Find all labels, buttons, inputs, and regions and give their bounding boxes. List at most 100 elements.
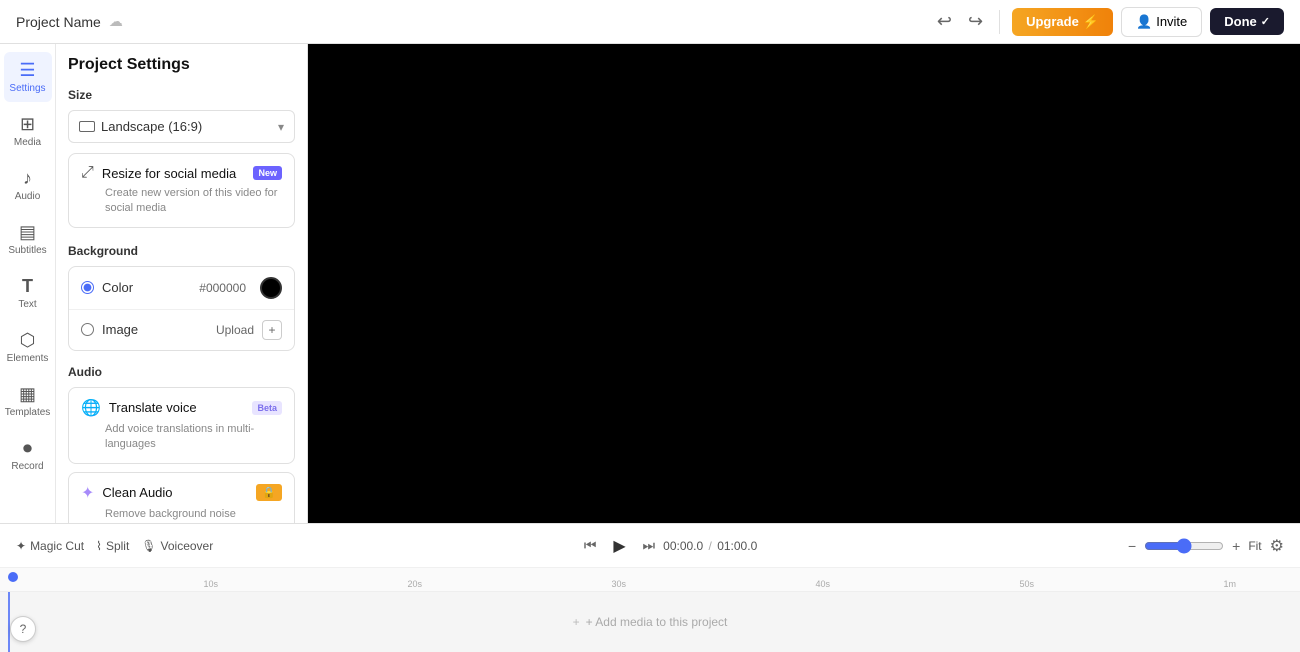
- translate-card-header: 🌐 Translate voice Beta: [81, 398, 282, 418]
- image-radio[interactable]: [81, 323, 94, 336]
- cloud-icon: ☁: [109, 13, 123, 30]
- current-time-value: 00:00.0: [663, 539, 703, 553]
- gear-button[interactable]: ⚙: [1270, 536, 1284, 556]
- resize-card-header: ⤢ Resize for social media New: [81, 164, 282, 182]
- sidebar-item-settings[interactable]: ☰ Settings: [4, 52, 52, 102]
- timeline-area: ✦ Magic Cut ⌇ Split 🎙 Voiceover ⏮ ▶ ⏭ 00…: [0, 523, 1300, 652]
- image-label: Image: [102, 322, 208, 337]
- top-bar-right: ↩ ↪ Upgrade ⚡ 👤 Invite Done ✓: [933, 7, 1284, 37]
- translate-title: Translate voice: [109, 400, 197, 415]
- color-label: Color: [102, 280, 191, 295]
- divider: [999, 10, 1000, 34]
- audio-icon: ♪: [23, 168, 32, 189]
- ruler-mark-20s: 20s: [407, 579, 422, 589]
- hex-value: #000000: [199, 281, 246, 295]
- color-option-row[interactable]: Color #000000: [69, 267, 294, 310]
- timeline-ruler: 10s 20s 30s 40s 50s 1m: [0, 568, 1300, 592]
- voiceover-button[interactable]: 🎙 Voiceover: [141, 539, 213, 553]
- clean-audio-header: ✦ Clean Audio 🔒: [81, 483, 282, 503]
- resize-icon: ⤢: [81, 164, 94, 182]
- clean-audio-desc: Remove background noise: [105, 507, 282, 522]
- add-media-bar[interactable]: + + Add media to this project: [0, 592, 1300, 652]
- voiceover-label: Voiceover: [161, 539, 214, 553]
- magic-cut-button[interactable]: ✦ Magic Cut: [16, 539, 84, 553]
- total-time-value: 01:00.0: [717, 539, 757, 553]
- timeline-center-controls: ⏮ ▶ ⏭ 00:00.0 / 01:00.0: [584, 531, 757, 561]
- magic-cut-label: Magic Cut: [30, 539, 84, 553]
- preview-canvas: [308, 44, 1300, 523]
- current-time: 00:00.0 / 01:00.0: [663, 539, 757, 553]
- fit-button[interactable]: Fit: [1248, 539, 1261, 553]
- settings-icon: ☰: [19, 60, 35, 81]
- resize-card-desc: Create new version of this video for soc…: [105, 186, 282, 217]
- resize-card[interactable]: ⤢ Resize for social media New Create new…: [68, 153, 295, 228]
- invite-button[interactable]: 👤 Invite: [1121, 7, 1202, 37]
- sidebar-item-audio[interactable]: ♪ Audio: [4, 160, 52, 210]
- upgrade-label: Upgrade: [1026, 14, 1079, 29]
- done-button[interactable]: Done ✓: [1210, 8, 1284, 35]
- chevron-down-icon: ▾: [278, 120, 284, 134]
- done-label: Done: [1224, 14, 1257, 29]
- sidebar-item-subtitles[interactable]: ▤ Subtitles: [4, 214, 52, 264]
- size-dropdown[interactable]: Landscape (16:9) ▾: [68, 110, 295, 143]
- landscape-icon: [79, 121, 95, 132]
- timeline-left-controls: ✦ Magic Cut ⌇ Split 🎙 Voiceover: [16, 539, 213, 553]
- color-radio[interactable]: [81, 281, 94, 294]
- ruler-marks-container: 10s 20s 30s 40s 50s 1m: [0, 568, 1240, 591]
- ruler-mark-40s: 40s: [815, 579, 830, 589]
- invite-label: Invite: [1156, 14, 1187, 29]
- skip-forward-button[interactable]: ⏭: [643, 537, 656, 554]
- sidebar-item-templates[interactable]: ▦ Templates: [4, 376, 52, 426]
- clean-audio-icon: ✦: [81, 483, 94, 503]
- clean-audio-card[interactable]: ✦ Clean Audio 🔒 Remove background noise: [68, 472, 295, 523]
- sidebar-item-elements[interactable]: ⬡ Elements: [4, 322, 52, 372]
- image-option-row[interactable]: Image Upload +: [69, 310, 294, 350]
- size-value: Landscape (16:9): [101, 119, 202, 134]
- clean-audio-title: Clean Audio: [102, 485, 172, 500]
- resize-card-title-row: ⤢ Resize for social media: [81, 164, 236, 182]
- clean-audio-title-row: ✦ Clean Audio: [81, 483, 173, 503]
- zoom-out-button[interactable]: −: [1128, 538, 1136, 554]
- ruler-ticks: 10s 20s 30s 40s 50s 1m: [10, 568, 1240, 589]
- size-section-label: Size: [68, 88, 295, 102]
- sidebar-item-record[interactable]: ⏺ Record: [4, 430, 52, 480]
- media-icon: ⊞: [20, 114, 35, 135]
- undo-button[interactable]: ↩: [933, 7, 956, 36]
- ruler-mark-1m: 1m: [1223, 579, 1236, 589]
- split-button[interactable]: ⌇ Split: [96, 539, 129, 553]
- timeline-track: + + Add media to this project: [0, 592, 1300, 652]
- zoom-slider[interactable]: [1144, 538, 1224, 554]
- lock-icon: 🔒: [262, 486, 276, 499]
- upload-label[interactable]: Upload: [216, 323, 254, 337]
- color-swatch[interactable]: [260, 277, 282, 299]
- translate-desc: Add voice translations in multi-language…: [105, 422, 282, 453]
- help-button[interactable]: ?: [10, 616, 36, 642]
- preview-area: [308, 44, 1300, 523]
- audio-section-label: Audio: [68, 365, 295, 379]
- sidebar-item-media[interactable]: ⊞ Media: [4, 106, 52, 156]
- project-name: Project Name: [16, 14, 101, 30]
- zoom-in-button[interactable]: +: [1232, 538, 1240, 554]
- upload-plus-button[interactable]: +: [262, 320, 282, 340]
- translate-icon: 🌐: [81, 398, 101, 418]
- translate-voice-card[interactable]: 🌐 Translate voice Beta Add voice transla…: [68, 387, 295, 464]
- record-icon: ⏺: [23, 438, 32, 459]
- add-media-label: + Add media to this project: [586, 615, 728, 629]
- icon-sidebar: ☰ Settings ⊞ Media ♪ Audio ▤ Subtitles T…: [0, 44, 56, 523]
- ruler-mark-30s: 30s: [611, 579, 626, 589]
- playhead-head: [8, 572, 18, 582]
- top-bar: Project Name ☁ ↩ ↪ Upgrade ⚡ 👤 Invite Do…: [0, 0, 1300, 44]
- text-icon: T: [22, 276, 33, 297]
- play-button[interactable]: ▶: [605, 531, 635, 561]
- upgrade-button[interactable]: Upgrade ⚡: [1012, 8, 1113, 36]
- background-section-label: Background: [68, 244, 295, 258]
- done-check-icon: ✓: [1261, 15, 1270, 28]
- sidebar-item-text[interactable]: T Text: [4, 268, 52, 318]
- background-section: Color #000000 Image Upload +: [68, 266, 295, 351]
- split-icon: ⌇: [96, 539, 102, 553]
- settings-panel: Project Settings Size Landscape (16:9) ▾…: [56, 44, 308, 523]
- skip-back-button[interactable]: ⏮: [584, 537, 597, 554]
- ruler-mark-10s: 10s: [203, 579, 218, 589]
- playhead-line: [8, 592, 10, 652]
- redo-button[interactable]: ↪: [964, 7, 987, 36]
